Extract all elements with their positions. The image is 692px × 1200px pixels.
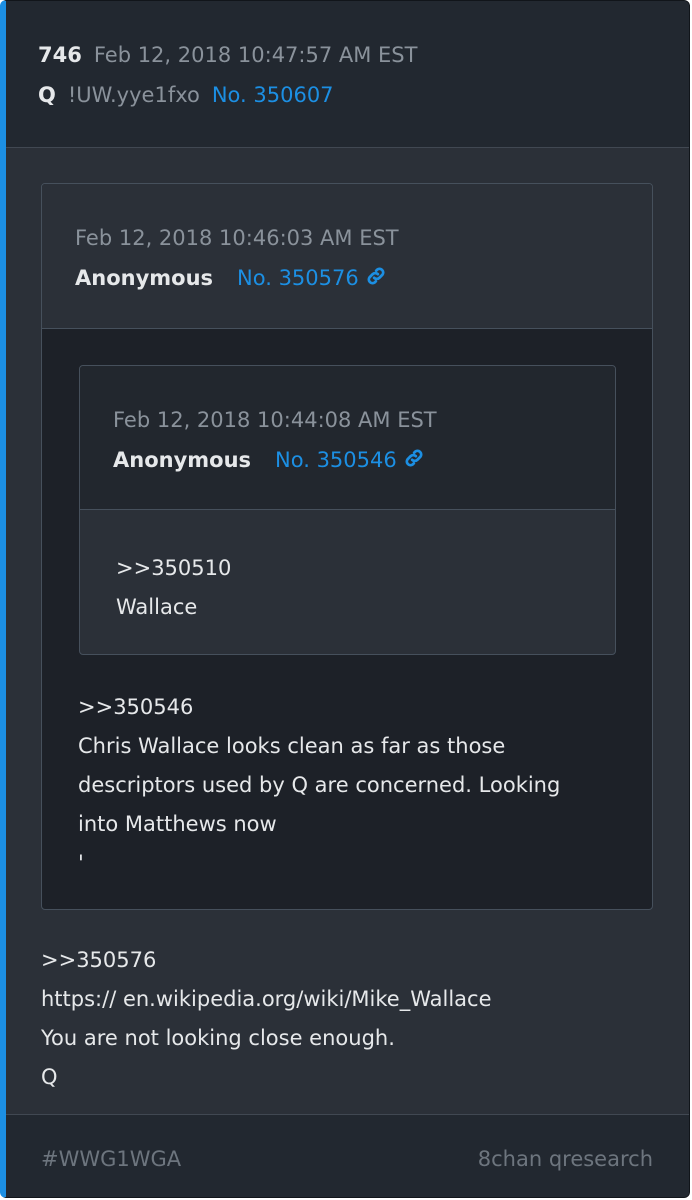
quoted-post-outer-meta: Anonymous No. 350576 <box>75 265 387 292</box>
post-date: Feb 12, 2018 10:47:57 AM EST <box>93 43 418 67</box>
post-author: Q <box>38 83 56 107</box>
quoted-post-inner-number-link[interactable]: No. 350546 <box>275 448 397 472</box>
quoted-post-inner-date: Feb 12, 2018 10:44:08 AM EST <box>113 408 437 432</box>
body-line: Wallace <box>116 595 198 619</box>
body-line: descriptors used by Q are concerned. Loo… <box>78 773 561 797</box>
hashtag: #WWG1WGA <box>41 1147 182 1171</box>
post-tripcode: !UW.yye1fxo <box>67 83 200 107</box>
quoted-post-outer-number-link[interactable]: No. 350576 <box>237 266 359 290</box>
quoted-post-outer-body: >>350546 Chris Wallace looks clean as fa… <box>78 688 560 883</box>
quoted-post-inner-header: Feb 12, 2018 10:44:08 AM EST Anonymous No… <box>80 366 615 510</box>
reply-reference[interactable]: >>350546 <box>78 688 560 727</box>
quoted-post-outer-date: Feb 12, 2018 10:46:03 AM EST <box>75 226 399 250</box>
post-number-link[interactable]: No. 350607 <box>212 83 334 107</box>
quoted-post-inner: Feb 12, 2018 10:44:08 AM EST Anonymous No… <box>79 365 616 655</box>
source-label: 8chan qresearch <box>477 1147 653 1171</box>
quoted-post-outer: Feb 12, 2018 10:46:03 AM EST Anonymous No… <box>41 183 653 910</box>
signature: Q <box>41 1065 58 1089</box>
post-footer: #WWG1WGA 8chan qresearch <box>6 1114 689 1197</box>
body-line: You are not looking close enough. <box>41 1026 395 1050</box>
post-body: >>350576 https:// en.wikipedia.org/wiki/… <box>41 941 492 1097</box>
post-header: 746 Feb 12, 2018 10:47:57 AM EST Q !UW.yye… <box>6 1 689 148</box>
quoted-post-outer-header: Feb 12, 2018 10:46:03 AM EST Anonymous No… <box>42 184 652 329</box>
quoted-post-inner-body: >>350510 Wallace <box>116 549 231 627</box>
quoted-post-inner-author: Anonymous <box>113 448 252 472</box>
post-number: 746 <box>38 43 82 67</box>
reply-reference[interactable]: >>350576 <box>41 941 492 980</box>
post-header-row: 746 Feb 12, 2018 10:47:57 AM EST <box>38 43 417 67</box>
link-icon[interactable] <box>403 447 425 474</box>
link-icon[interactable] <box>365 265 387 292</box>
body-line: into Matthews now <box>78 812 277 836</box>
body-line: Chris Wallace looks clean as far as thos… <box>78 734 506 758</box>
post-author-row: Q !UW.yye1fxo No. 350607 <box>38 83 334 107</box>
quoted-post-outer-author: Anonymous <box>75 266 214 290</box>
post-card: 746 Feb 12, 2018 10:47:57 AM EST Q !UW.yye… <box>0 0 690 1198</box>
quoted-post-inner-meta: Anonymous No. 350546 <box>113 447 425 474</box>
reply-reference[interactable]: >>350510 <box>116 549 231 588</box>
body-line: ' <box>78 851 84 875</box>
body-link[interactable]: https:// en.wikipedia.org/wiki/Mike_Wall… <box>41 980 492 1019</box>
